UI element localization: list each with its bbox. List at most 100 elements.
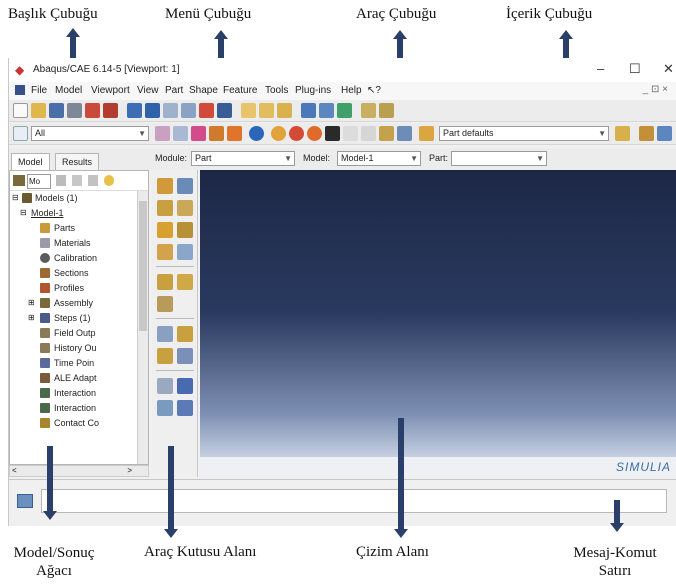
datum-point-tool[interactable]	[157, 326, 173, 342]
rotate-icon[interactable]	[145, 103, 160, 118]
cursor-icon[interactable]	[325, 126, 340, 141]
menu-part[interactable]: Part	[165, 85, 183, 96]
tree-vertical-scrollbar[interactable]	[137, 191, 148, 464]
save-icon[interactable]	[49, 103, 64, 118]
scrollbar-thumb[interactable]	[139, 201, 147, 331]
tab-model[interactable]: Model	[11, 153, 50, 170]
model-select[interactable]: Model-1 ▼	[337, 151, 421, 166]
menu-plugins[interactable]: Plug-ins	[295, 85, 331, 96]
close-button[interactable]: ✕	[663, 61, 674, 77]
render-shaded-icon[interactable]	[337, 103, 352, 118]
part-color-icon[interactable]	[419, 126, 434, 141]
create-cut-tool[interactable]	[177, 222, 193, 238]
tree-item-materials[interactable]: Materials	[10, 236, 148, 251]
views-icon[interactable]	[379, 103, 394, 118]
minimize-button[interactable]: –	[597, 61, 604, 76]
zoom-icon[interactable]	[163, 103, 178, 118]
scroll-right-icon[interactable]: >	[127, 466, 132, 475]
color-map-icon[interactable]	[289, 126, 304, 141]
auto-fit-icon[interactable]	[199, 103, 214, 118]
menu-view[interactable]: View	[137, 85, 159, 96]
query-tool-icon[interactable]	[227, 126, 242, 141]
tree-item-profiles[interactable]: Profiles	[10, 281, 148, 296]
open-file-icon[interactable]	[31, 103, 46, 118]
datum-icon[interactable]	[379, 126, 394, 141]
output-db-icon[interactable]	[103, 103, 118, 118]
cycle-views-icon[interactable]	[217, 103, 232, 118]
context-help-icon[interactable]: ↖?	[367, 85, 381, 96]
tree-item-parts[interactable]: Parts	[10, 221, 148, 236]
sort-icon[interactable]	[56, 175, 66, 186]
create-round-tool[interactable]	[157, 244, 173, 260]
tree-item-models[interactable]: ⊟ Models (1)	[10, 191, 148, 206]
tree-item-model-1[interactable]: ⊟ Model-1	[10, 206, 148, 221]
view-back-icon[interactable]	[259, 103, 274, 118]
filter-icon[interactable]	[88, 175, 98, 186]
create-part-tool[interactable]	[157, 178, 173, 194]
create-repair-tool[interactable]	[177, 244, 193, 260]
menu-feature[interactable]: Feature	[223, 85, 257, 96]
datum-csys-tool[interactable]	[177, 348, 193, 364]
attach-points-tool[interactable]	[177, 378, 193, 394]
print-icon[interactable]	[67, 103, 82, 118]
menu-model[interactable]: Model	[55, 85, 82, 96]
model-database-icon[interactable]	[13, 175, 25, 186]
mdi-controls[interactable]: _ ⊡ ×	[643, 84, 668, 95]
menu-file[interactable]: File	[31, 85, 47, 96]
table-icon[interactable]	[397, 126, 412, 141]
create-wire-tool[interactable]	[157, 222, 173, 238]
menu-viewport[interactable]: Viewport	[91, 85, 130, 96]
selection-options-icon[interactable]	[155, 126, 170, 141]
tree-item-contact-controls[interactable]: Contact Co	[10, 416, 148, 431]
partition-cell-tool[interactable]	[157, 296, 173, 312]
part-manager-tool[interactable]	[177, 178, 193, 194]
partition-edge-tool[interactable]	[157, 274, 173, 290]
new-file-icon[interactable]	[13, 103, 28, 118]
tree-horizontal-scrollbar[interactable]: < >	[9, 465, 149, 477]
tree-item-interactions[interactable]: Interaction	[10, 386, 148, 401]
menu-help[interactable]: Help	[341, 85, 362, 96]
part-select[interactable]: ▼	[451, 151, 547, 166]
layers-icon[interactable]	[657, 126, 672, 141]
message-command-line[interactable]	[41, 489, 667, 513]
view-iso-icon[interactable]	[277, 103, 292, 118]
redo-icon[interactable]	[361, 126, 376, 141]
tree-item-ale-adaptive[interactable]: ALE Adapt	[10, 371, 148, 386]
info-icon[interactable]	[249, 126, 264, 141]
tree-item-sections[interactable]: Sections	[10, 266, 148, 281]
reference-point-tool[interactable]	[157, 378, 173, 394]
maximize-button[interactable]: ☐	[629, 61, 641, 77]
tree-item-history-output[interactable]: History Ou	[10, 341, 148, 356]
scroll-left-icon[interactable]: <	[12, 466, 17, 475]
set-manager-tool[interactable]	[157, 400, 173, 416]
expand-icon[interactable]	[72, 175, 82, 186]
create-shell-tool[interactable]	[177, 200, 193, 216]
undo-icon[interactable]	[343, 126, 358, 141]
render-hidden-icon[interactable]	[319, 103, 334, 118]
tree-item-steps[interactable]: ⊞ Steps (1)	[10, 311, 148, 326]
datum-axis-tool[interactable]	[177, 326, 193, 342]
create-solid-tool[interactable]	[157, 200, 173, 216]
tree-item-calibrations[interactable]: Calibration	[10, 251, 148, 266]
select-inside-icon[interactable]	[173, 126, 188, 141]
sphere-icon[interactable]	[307, 126, 322, 141]
grid-icon[interactable]	[361, 103, 376, 118]
output-icon[interactable]	[85, 103, 100, 118]
box-zoom-icon[interactable]	[181, 103, 196, 118]
tree-item-field-output[interactable]: Field Outp	[10, 326, 148, 341]
view-front-icon[interactable]	[241, 103, 256, 118]
module-select[interactable]: Part ▼	[191, 151, 295, 166]
tab-results[interactable]: Results	[55, 153, 100, 170]
menu-tools[interactable]: Tools	[265, 85, 288, 96]
tree-filter-select[interactable]: Mo	[27, 174, 51, 189]
pan-icon[interactable]	[127, 103, 142, 118]
drag-shape-icon[interactable]	[191, 126, 206, 141]
color-options-icon[interactable]	[615, 126, 630, 141]
message-toggle-icon[interactable]	[17, 494, 33, 508]
surface-manager-tool[interactable]	[177, 400, 193, 416]
mesh-display-icon[interactable]	[639, 126, 654, 141]
partition-face-tool[interactable]	[177, 274, 193, 290]
datum-plane-tool[interactable]	[157, 348, 173, 364]
selection-filter-select[interactable]: All ▼	[31, 126, 149, 141]
color-code-icon[interactable]	[271, 126, 286, 141]
